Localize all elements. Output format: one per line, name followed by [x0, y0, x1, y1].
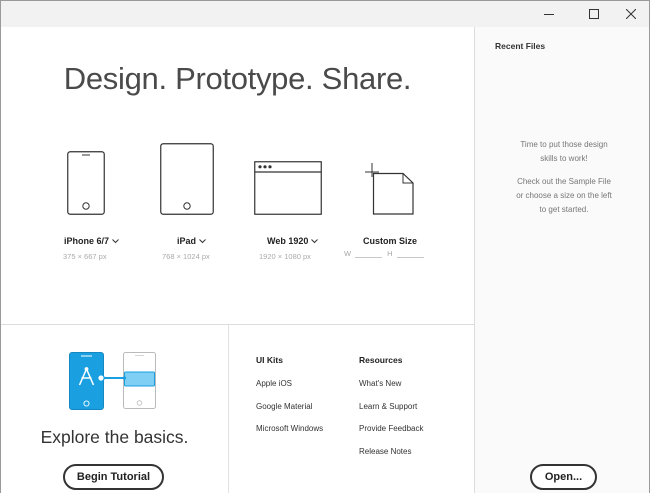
height-label: H — [387, 249, 393, 258]
width-label: W — [344, 249, 352, 258]
phone-icon — [67, 151, 105, 215]
device-label: Custom Size — [363, 236, 418, 246]
open-file-button[interactable]: Open... — [530, 464, 597, 490]
device-size: 768 × 1024 px — [162, 252, 210, 261]
ui-kits-title: UI Kits — [256, 355, 283, 365]
minimize-button[interactable] — [529, 1, 569, 27]
width-field[interactable] — [355, 249, 383, 258]
resource-link[interactable]: Release Notes — [359, 447, 411, 456]
start-screen-main: Design. Prototype. Share. iPhone 6/7 375… — [1, 27, 474, 493]
resource-link[interactable]: What's New — [359, 379, 401, 388]
maximize-icon — [589, 9, 599, 19]
resource-link[interactable]: Learn & Support — [359, 402, 417, 411]
close-icon — [626, 9, 636, 19]
chevron-down-icon — [199, 239, 206, 244]
empty-state-message: Time to put those design skills to work! — [520, 140, 608, 163]
maximize-button[interactable] — [574, 1, 614, 27]
device-size: 375 × 667 px — [63, 252, 107, 261]
close-button[interactable] — [611, 1, 650, 27]
height-field[interactable] — [396, 249, 424, 258]
title-bar — [1, 1, 649, 27]
empty-state-hint: Check out the Sample File or choose a si… — [516, 177, 612, 214]
custom-size-inputs: WH — [344, 249, 429, 258]
tablet-icon — [160, 143, 214, 215]
recent-files-panel: Recent Files Time to put those design sk… — [474, 27, 649, 493]
page-title: Design. Prototype. Share. — [63, 61, 412, 96]
resources-title: Resources — [359, 355, 403, 365]
browser-window-icon — [254, 161, 322, 215]
minimize-icon — [544, 14, 554, 15]
device-label: iPhone 6/7 — [64, 236, 119, 246]
resource-link[interactable]: Provide Feedback — [359, 424, 423, 433]
begin-tutorial-button[interactable]: Begin Tutorial — [63, 464, 164, 490]
explore-heading: Explore the basics. — [40, 427, 189, 447]
tutorial-illustration — [69, 352, 156, 410]
ui-kit-link[interactable]: Google Material — [256, 402, 312, 411]
chevron-down-icon — [311, 239, 319, 244]
app-window: Design. Prototype. Share. iPhone 6/7 375… — [0, 0, 650, 493]
device-label: Web 1920 — [267, 236, 319, 246]
ui-kit-link[interactable]: Apple iOS — [256, 379, 292, 388]
device-size: 1920 × 1080 px — [259, 252, 311, 261]
section-divider — [1, 324, 474, 325]
custom-artboard-icon — [365, 163, 414, 215]
column-divider — [228, 325, 229, 493]
ui-kit-link[interactable]: Microsoft Windows — [256, 424, 323, 433]
chevron-down-icon — [112, 239, 119, 244]
recent-files-title: Recent Files — [495, 41, 546, 51]
device-label: iPad — [177, 236, 206, 246]
